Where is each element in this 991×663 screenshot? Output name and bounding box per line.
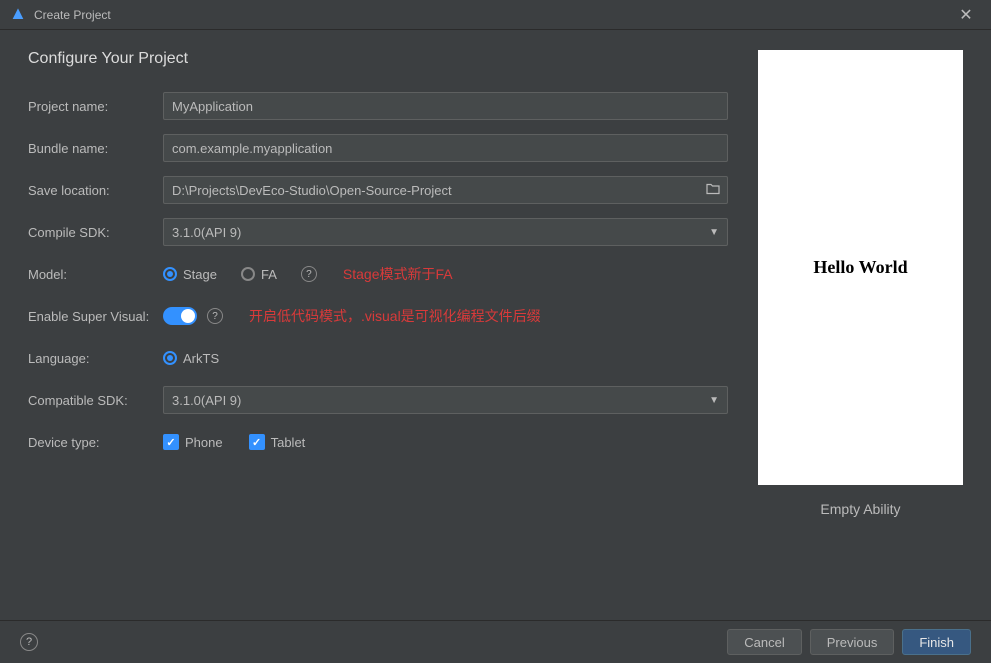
bundle-name-input[interactable] [163,134,728,162]
project-name-label: Project name: [28,99,163,114]
phone-preview: Hello World [758,50,963,485]
device-phone-checkbox[interactable]: ✓ Phone [163,434,223,450]
page-heading: Configure Your Project [28,50,728,68]
radio-dot-icon [163,351,177,365]
language-arkts-radio[interactable]: ArkTS [163,351,219,366]
save-location-label: Save location: [28,183,163,198]
super-visual-label: Enable Super Visual: [28,309,163,324]
preview-template-label: Empty Ability [820,501,900,517]
bundle-name-label: Bundle name: [28,141,163,156]
titlebar: Create Project ✕ [0,0,991,30]
radio-dot-icon [163,267,177,281]
compatible-sdk-label: Compatible SDK: [28,393,163,408]
model-label: Model: [28,267,163,282]
project-name-input[interactable] [163,92,728,120]
chevron-down-icon: ▼ [709,395,719,406]
compatible-sdk-select[interactable]: 3.1.0(API 9) ▼ [163,386,728,414]
checkmark-icon: ✓ [249,434,265,450]
model-annotation: Stage模式新于FA [343,264,453,284]
device-type-label: Device type: [28,435,163,450]
cancel-button[interactable]: Cancel [727,629,801,655]
model-help-icon[interactable]: ? [301,266,317,282]
device-phone-text: Phone [185,435,223,450]
language-arkts-text: ArkTS [183,351,219,366]
save-location-input[interactable] [163,176,728,204]
preview-hello-text: Hello World [813,257,907,278]
finish-button[interactable]: Finish [902,629,971,655]
previous-button[interactable]: Previous [810,629,895,655]
footer-help-icon[interactable]: ? [20,633,38,651]
model-fa-text: FA [261,267,277,282]
app-logo-icon [10,7,26,23]
model-fa-radio[interactable]: FA [241,267,277,282]
model-stage-text: Stage [183,267,217,282]
compile-sdk-select[interactable]: 3.1.0(API 9) ▼ [163,218,728,246]
super-visual-help-icon[interactable]: ? [207,308,223,324]
device-tablet-text: Tablet [271,435,306,450]
super-visual-annotation: 开启低代码模式，.visual是可视化编程文件后缀 [249,306,541,326]
language-label: Language: [28,351,163,366]
radio-dot-icon [241,267,255,281]
footer: ? Cancel Previous Finish [0,620,991,663]
close-button[interactable]: ✕ [951,0,981,30]
chevron-down-icon: ▼ [709,227,719,238]
model-stage-radio[interactable]: Stage [163,267,217,282]
compatible-sdk-value: 3.1.0(API 9) [172,393,241,408]
compile-sdk-label: Compile SDK: [28,225,163,240]
device-tablet-checkbox[interactable]: ✓ Tablet [249,434,306,450]
compile-sdk-value: 3.1.0(API 9) [172,225,241,240]
super-visual-toggle[interactable] [163,307,197,325]
window-title: Create Project [34,8,951,22]
browse-folder-icon[interactable] [706,183,720,198]
checkmark-icon: ✓ [163,434,179,450]
preview-panel: Hello World Empty Ability [758,50,963,620]
